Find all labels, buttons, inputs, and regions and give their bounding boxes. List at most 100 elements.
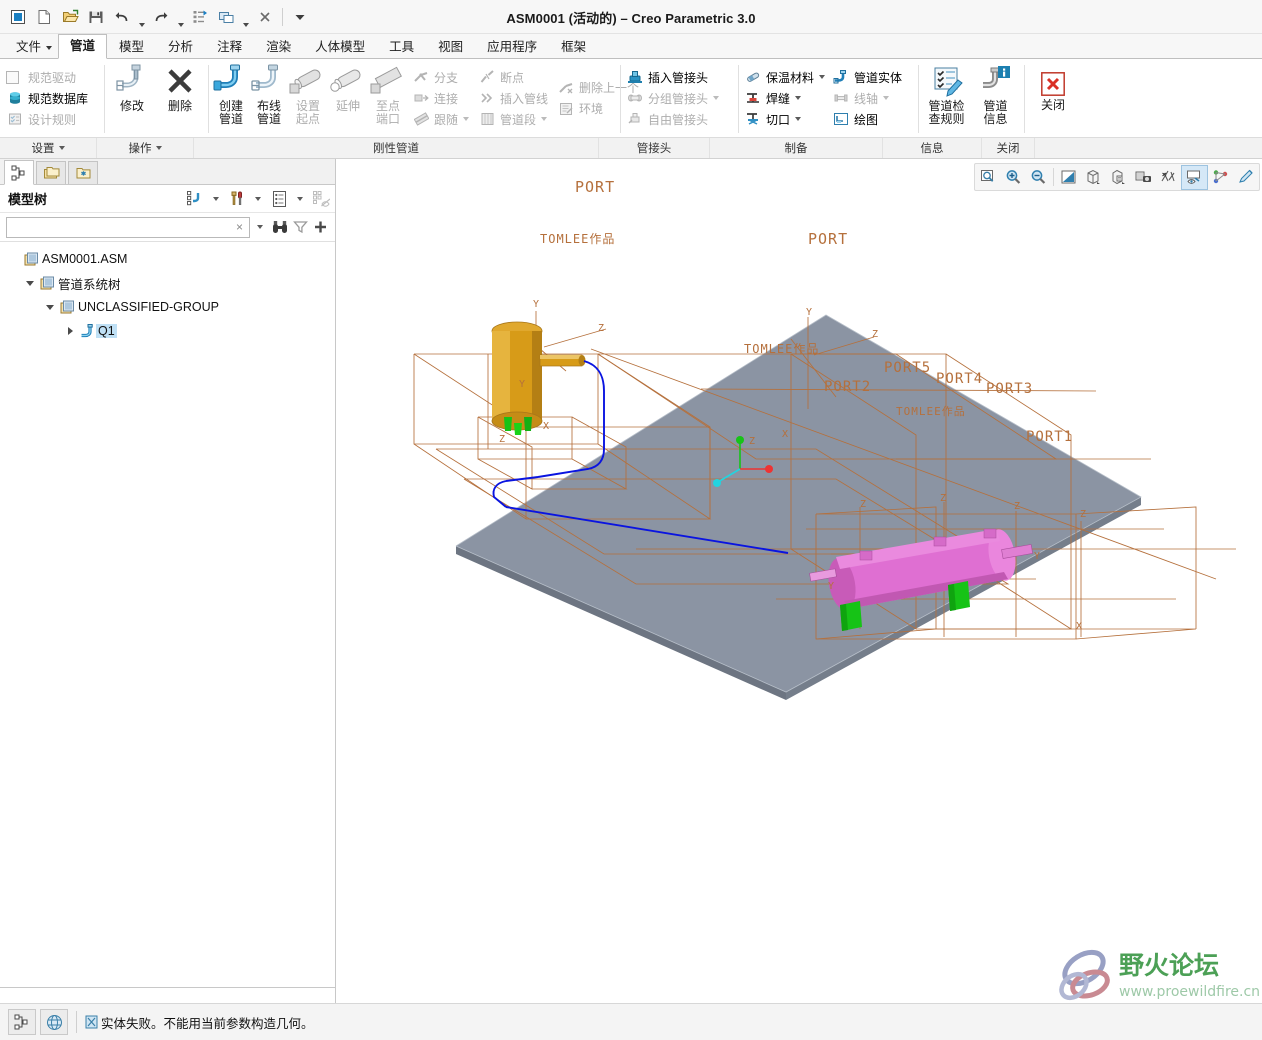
branch-button[interactable]: 分支 — [410, 67, 474, 88]
pipe-solid-button[interactable]: 管道实体 — [830, 67, 907, 88]
environment-icon — [557, 101, 575, 117]
selection-filter-icon[interactable] — [8, 1009, 36, 1035]
saved-views-icon[interactable] — [1081, 166, 1106, 189]
group-fitting-button[interactable]: 分组管接头 — [624, 88, 734, 109]
pipe-segment-dropdown-icon[interactable] — [541, 117, 548, 121]
tree-row-asm0001[interactable]: ASM0001.ASM — [0, 247, 335, 271]
graphics-viewport[interactable]: PORT TOMLEE作品 PORT TOMLEE作品 PORT5 PORT4 … — [336, 159, 1262, 1008]
show-annotations-icon[interactable] — [1181, 164, 1208, 190]
insulation-dropdown-icon[interactable] — [819, 75, 826, 79]
create-pipe-button[interactable]: 创建 管道 — [212, 61, 250, 136]
pipe-info-button[interactable]: 管道 信息 — [971, 61, 1020, 136]
filter-funnel-icon[interactable] — [290, 217, 310, 237]
set-start-button[interactable]: 设置 起点 — [288, 61, 328, 136]
weld-button[interactable]: 焊缝 — [742, 88, 830, 109]
drawing-button[interactable]: 绘图 — [830, 109, 907, 130]
refit-zoom-icon[interactable] — [976, 166, 1001, 189]
pipe-segment-button[interactable]: 管道段 — [476, 109, 553, 130]
folder-browser-tab[interactable] — [36, 161, 66, 184]
tab-annotate[interactable]: 注释 — [205, 35, 254, 59]
insert-line-button[interactable]: 插入管线 — [476, 88, 553, 109]
group-caption-operations[interactable]: 操作 — [97, 138, 194, 158]
clear-search-icon[interactable]: × — [233, 220, 246, 234]
base-plate — [455, 314, 1142, 700]
edit-color-pencil-icon[interactable] — [1233, 166, 1258, 189]
web-browser-icon[interactable] — [40, 1009, 68, 1035]
group-fitting-dropdown-icon[interactable] — [713, 96, 720, 100]
search-input[interactable] — [10, 218, 233, 236]
spool-dropdown-icon[interactable] — [883, 96, 890, 100]
to-point-port-button[interactable]: 至点 端口 — [368, 61, 408, 136]
tree-filter-dropdown-icon[interactable] — [206, 189, 226, 209]
brand-logo: 野火论坛 www.proewildfire.cn — [1059, 949, 1260, 1001]
weld-dropdown-icon[interactable] — [795, 96, 802, 100]
tab-render[interactable]: 渲染 — [254, 35, 303, 59]
tree-filter-pipe-icon[interactable] — [185, 189, 205, 209]
follow-button[interactable]: 跟随 — [410, 109, 474, 130]
search-box[interactable]: × — [6, 216, 250, 238]
tab-tools[interactable]: 工具 — [377, 35, 426, 59]
add-plus-icon[interactable] — [310, 217, 330, 237]
extend-button[interactable]: 延伸 — [328, 61, 368, 136]
tab-applications[interactable]: 应用程序 — [475, 35, 549, 59]
favorites-tab[interactable] — [68, 161, 98, 184]
tree-row-pipe-system[interactable]: 管道系统树 — [0, 271, 335, 295]
cut-button[interactable]: 切口 — [742, 109, 830, 130]
find-binoculars-icon[interactable] — [270, 217, 290, 237]
zoom-in-icon[interactable] — [1001, 166, 1026, 189]
tree-settings-icon[interactable] — [227, 189, 247, 209]
route-pipe-icon — [250, 64, 288, 98]
tree-hide-icon[interactable] — [311, 189, 331, 209]
tree-row-q1[interactable]: Q1 — [0, 319, 335, 343]
insulation-button[interactable]: 保温材料 — [742, 67, 830, 88]
tree-expander-open[interactable] — [22, 271, 38, 295]
tab-pipe[interactable]: 管道 — [58, 34, 108, 59]
insert-fitting-button[interactable]: 插入管接头 — [624, 67, 734, 88]
break-point-button[interactable]: 断点 — [476, 67, 553, 88]
group-caption-settings[interactable]: 设置 — [0, 138, 97, 158]
database-icon — [6, 90, 24, 106]
tree-columns-icon[interactable] — [269, 189, 289, 209]
free-fitting-button[interactable]: 自由管接头 — [624, 109, 734, 130]
datum-display-icon[interactable] — [1156, 166, 1181, 189]
repaint-icon[interactable] — [1056, 166, 1081, 189]
tab-manikin[interactable]: 人体模型 — [303, 35, 377, 59]
close-button[interactable]: 关闭 — [1028, 63, 1078, 133]
folders-icon — [43, 167, 59, 179]
tab-file-label: 文件 — [16, 40, 42, 54]
connect-button[interactable]: 连接 — [410, 88, 474, 109]
tab-file[interactable]: 文件 — [4, 35, 58, 59]
tree-settings-dropdown-icon[interactable] — [248, 189, 268, 209]
annotation-port-top: PORT — [575, 178, 615, 196]
svg-text:Z: Z — [1014, 501, 1020, 512]
ribbon-group-rigid-pipe: 创建 管道 布线 管道 设置 起点 延伸 至点 端口 分支 连接 跟随 断点 插… — [208, 59, 639, 137]
spool-button[interactable]: 线轴 — [830, 88, 907, 109]
status-message-text: 实体失败。不能用当前参数构造几何。 — [101, 1016, 314, 1031]
route-pipe-button[interactable]: 布线 管道 — [250, 61, 288, 136]
model-tree-tab[interactable] — [4, 160, 34, 185]
tab-framework[interactable]: 框架 — [549, 35, 598, 59]
zoom-out-icon[interactable] — [1026, 166, 1051, 189]
modify-button[interactable]: 修改 — [108, 61, 156, 136]
tab-model[interactable]: 模型 — [107, 35, 156, 59]
spec-driven-button[interactable]: 规范驱动 — [4, 67, 100, 88]
status-divider — [76, 1011, 77, 1033]
tree-expander-open[interactable] — [42, 295, 58, 319]
search-dropdown-icon[interactable] — [250, 217, 270, 237]
tree-row-unclassified-group[interactable]: UNCLASSIFIED-GROUP — [0, 295, 335, 319]
ribbon-tab-strip: 文件 管道 模型 分析 注释 渲染 人体模型 工具 视图 应用程序 框架 — [0, 34, 1262, 59]
follow-dropdown-icon[interactable] — [463, 117, 470, 121]
tab-view[interactable]: 视图 — [426, 35, 475, 59]
perspective-camera-icon[interactable] — [1131, 166, 1156, 189]
view-manager-icon[interactable] — [1106, 166, 1131, 189]
delete-button[interactable]: 删除 — [156, 61, 204, 136]
cut-label: 切口 — [766, 112, 791, 127]
cut-dropdown-icon[interactable] — [795, 117, 802, 121]
pipe-check-rules-button[interactable]: 管道检 查规则 — [922, 61, 971, 136]
spec-database-button[interactable]: 规范数据库 — [4, 88, 100, 109]
tab-analysis[interactable]: 分析 — [156, 35, 205, 59]
design-rules-button[interactable]: 设计规则 — [4, 109, 100, 130]
appearance-gallery-icon[interactable] — [1208, 166, 1233, 189]
tree-columns-dropdown-icon[interactable] — [290, 189, 310, 209]
tree-expander-closed[interactable] — [62, 319, 78, 343]
